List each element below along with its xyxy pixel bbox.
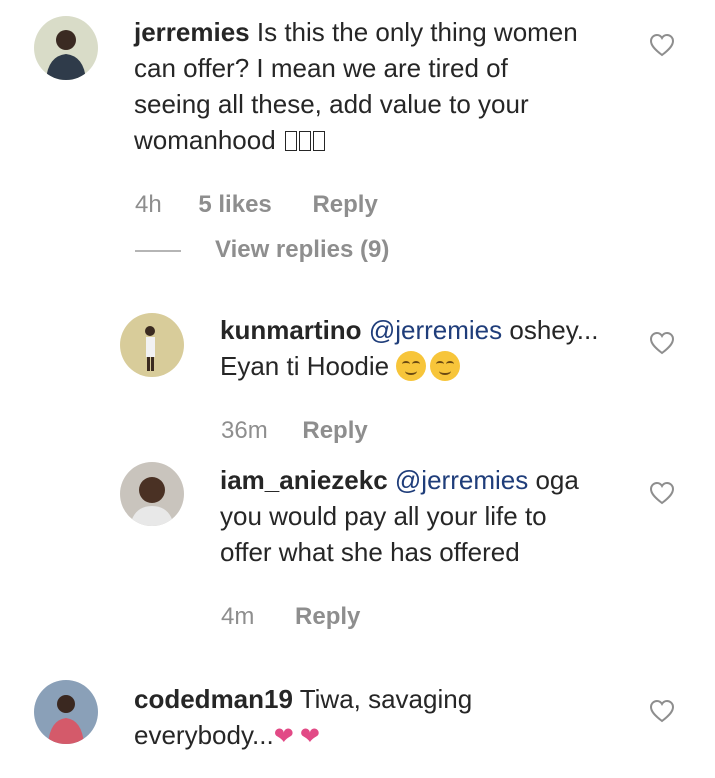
comment-line: offer what she has offered xyxy=(220,537,520,567)
like-heart-icon[interactable] xyxy=(649,331,675,355)
like-heart-icon[interactable] xyxy=(649,699,675,723)
reply-button[interactable]: Reply xyxy=(302,417,367,445)
smiling-face-emoji xyxy=(430,351,461,381)
comment-line: can offer? I mean we are tired of xyxy=(134,53,508,83)
likes-count[interactable]: 5 likes xyxy=(198,191,271,219)
reply-button[interactable]: Reply xyxy=(312,191,377,219)
comment-line: oshey... xyxy=(509,315,599,345)
comment-line: you would pay all your life to xyxy=(220,501,547,531)
pink-heart-emoji: ❤ xyxy=(273,723,294,750)
username[interactable]: iam_aniezekc xyxy=(220,465,388,495)
mention-link[interactable]: @jerremies xyxy=(369,315,502,345)
like-heart-icon[interactable] xyxy=(649,33,675,57)
comment-meta: 4m Reply xyxy=(221,603,360,631)
view-replies-button[interactable]: View replies (9) xyxy=(135,236,389,264)
pink-heart-emoji: ❤ xyxy=(299,723,320,750)
comment-line: womanhood xyxy=(134,125,276,155)
unsupported-emoji-glyphs xyxy=(283,125,325,155)
comment-text: jerremies Is this the only thing women c… xyxy=(134,14,578,158)
timestamp: 36m xyxy=(221,417,268,444)
avatar[interactable] xyxy=(120,462,184,526)
username[interactable]: kunmartino xyxy=(220,315,362,345)
comment-text: iam_aniezekc @jerremies oga you would pa… xyxy=(220,462,579,570)
avatar[interactable] xyxy=(34,16,98,80)
timestamp: 4h xyxy=(135,191,162,218)
comment-meta: 4h 5 likes Reply xyxy=(135,191,378,219)
comment-line: Is this the only thing women xyxy=(256,17,578,47)
like-heart-icon[interactable] xyxy=(649,481,675,505)
username[interactable]: codedman19 xyxy=(134,684,293,714)
comment-line: oga xyxy=(535,465,579,495)
timestamp: 4m xyxy=(221,603,255,630)
username[interactable]: jerremies xyxy=(134,17,250,47)
comment-meta: 36m Reply xyxy=(221,417,368,445)
divider-line xyxy=(135,249,181,252)
smiling-face-emoji xyxy=(396,351,427,381)
comment-line: everybody... xyxy=(134,720,274,750)
comment-line: Tiwa, savaging xyxy=(299,684,473,714)
avatar[interactable] xyxy=(34,680,98,744)
comment-line: Eyan ti Hoodie xyxy=(220,351,390,381)
view-replies-label[interactable]: View replies (9) xyxy=(215,236,389,263)
reply-button[interactable]: Reply xyxy=(295,603,360,631)
mention-link[interactable]: @jerremies xyxy=(395,465,528,495)
comment-text: kunmartino @jerremies oshey... Eyan ti H… xyxy=(220,312,598,384)
comment-line: seeing all these, add value to your xyxy=(134,89,529,119)
avatar[interactable] xyxy=(120,313,184,377)
comment-text: codedman19 Tiwa, savaging everybody...❤ ❤ xyxy=(134,681,472,755)
